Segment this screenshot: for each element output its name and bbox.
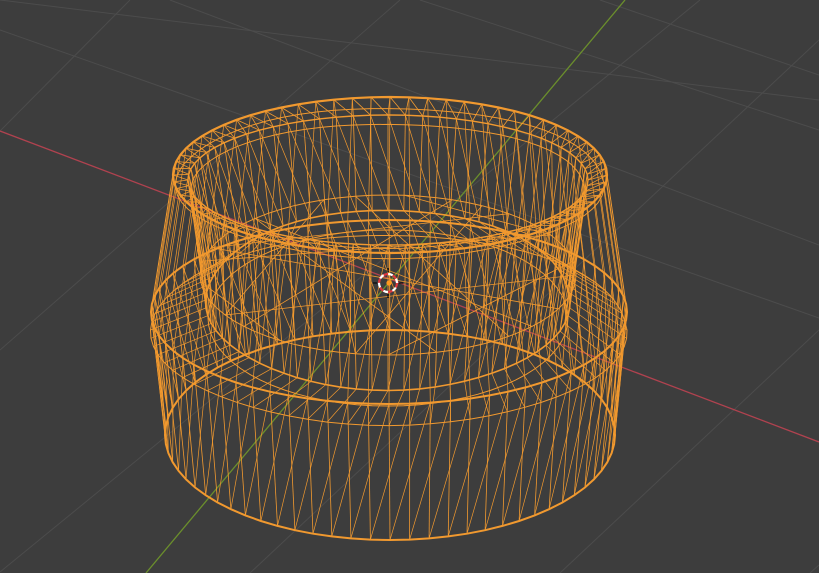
- rim-diagonal: [173, 167, 192, 170]
- 3d-viewport[interactable]: [0, 0, 819, 573]
- viewport-canvas[interactable]: [0, 0, 819, 573]
- object-origin-icon: [386, 280, 392, 286]
- rim-edge: [193, 207, 207, 209]
